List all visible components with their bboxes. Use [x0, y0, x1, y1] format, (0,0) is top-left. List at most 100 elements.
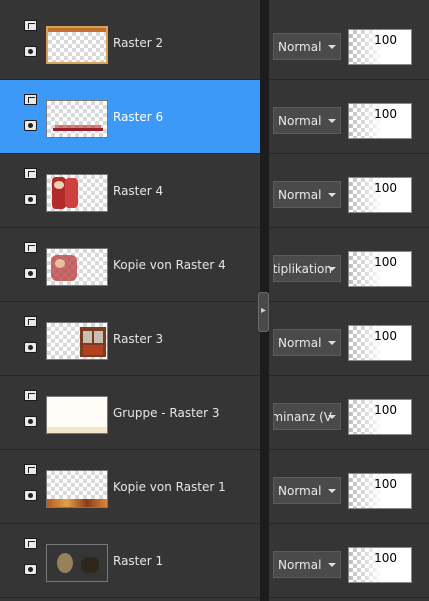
blend-mode-value: Normal: [278, 114, 322, 128]
blend-mode-value: Multiplikation: [274, 262, 332, 276]
layer-row-raster-2[interactable]: Raster 2: [0, 6, 260, 80]
opacity-field[interactable]: 100: [348, 399, 412, 435]
layer-props-row: Normal 100: [269, 524, 429, 598]
layer-props-row: Normal 100: [269, 80, 429, 154]
layers-list: Raster 2 Raster 6 Raster 4 Kopie von Ras…: [0, 0, 260, 601]
layer-mask-icon[interactable]: [24, 20, 37, 31]
layer-mask-icon[interactable]: [24, 538, 37, 549]
layer-row-raster-6[interactable]: Raster 6: [0, 80, 260, 154]
eye-icon[interactable]: [24, 342, 37, 353]
layer-thumbnail: [46, 396, 108, 434]
splitter-handle[interactable]: ▸: [258, 292, 269, 332]
blend-mode-value: Normal: [278, 558, 322, 572]
layer-name: Raster 1: [113, 554, 164, 568]
layer-props-row: Normal 100: [269, 6, 429, 80]
opacity-field[interactable]: 100: [348, 251, 412, 287]
layer-props-row: Normal 100: [269, 450, 429, 524]
opacity-field[interactable]: 100: [348, 29, 412, 65]
blend-mode-value: Normal: [278, 336, 322, 350]
opacity-field[interactable]: 100: [348, 547, 412, 583]
layer-mask-icon[interactable]: [24, 168, 37, 179]
opacity-value: 100: [374, 181, 397, 195]
chevron-down-icon: [328, 341, 336, 345]
layer-thumbnail: [46, 174, 108, 212]
layer-properties-column: Normal 100 Normal 100 Normal 100 Multipl…: [269, 0, 429, 601]
chevron-down-icon: [328, 489, 336, 493]
chevron-down-icon: [328, 119, 336, 123]
eye-icon[interactable]: [24, 416, 37, 427]
layer-row-kopie-von-raster-4[interactable]: Kopie von Raster 4: [0, 228, 260, 302]
eye-icon[interactable]: [24, 268, 37, 279]
layer-icons: [18, 80, 42, 154]
layer-icons: [18, 302, 42, 376]
layer-mask-icon[interactable]: [24, 242, 37, 253]
opacity-field[interactable]: 100: [348, 177, 412, 213]
blend-mode-select[interactable]: Multiplikation: [273, 255, 341, 282]
eye-icon[interactable]: [24, 564, 37, 575]
layer-thumbnail: [46, 322, 108, 360]
chevron-down-icon: [328, 415, 336, 419]
blend-mode-select[interactable]: Normal: [273, 107, 341, 134]
opacity-field[interactable]: 100: [348, 473, 412, 509]
layer-props-row: Multiplikation 100: [269, 228, 429, 302]
chevron-down-icon: [328, 45, 336, 49]
layer-props-row: Luminanz (V 100: [269, 376, 429, 450]
layer-props-row: Normal 100: [269, 154, 429, 228]
layer-mask-icon[interactable]: [24, 464, 37, 475]
eye-icon[interactable]: [24, 46, 37, 57]
layer-name: Kopie von Raster 1: [113, 480, 226, 494]
layer-thumbnail: [46, 26, 108, 64]
opacity-value: 100: [374, 403, 397, 417]
eye-icon[interactable]: [24, 120, 37, 131]
blend-mode-value: Normal: [278, 188, 322, 202]
chevron-down-icon: [328, 563, 336, 567]
chevron-down-icon: [328, 193, 336, 197]
layer-icons: [18, 6, 42, 80]
layer-mask-icon[interactable]: [24, 390, 37, 401]
layer-name: Raster 4: [113, 184, 164, 198]
blend-mode-select[interactable]: Normal: [273, 329, 341, 356]
layer-name: Raster 6: [113, 110, 164, 124]
layer-icons: [18, 154, 42, 228]
layer-row-gruppe-raster-3[interactable]: Gruppe - Raster 3: [0, 376, 260, 450]
opacity-value: 100: [374, 551, 397, 565]
layer-row-raster-1[interactable]: Raster 1: [0, 524, 260, 598]
layer-thumbnail: [46, 470, 108, 508]
layer-name: Kopie von Raster 4: [113, 258, 226, 272]
opacity-value: 100: [374, 33, 397, 47]
chevron-right-icon: ▸: [261, 305, 267, 316]
layer-icons: [18, 450, 42, 524]
layer-props-row: Normal 100: [269, 302, 429, 376]
opacity-value: 100: [374, 107, 397, 121]
layer-mask-icon[interactable]: [24, 316, 37, 327]
opacity-value: 100: [374, 255, 397, 269]
blend-mode-select[interactable]: Normal: [273, 181, 341, 208]
opacity-value: 100: [374, 329, 397, 343]
blend-mode-select[interactable]: Normal: [273, 477, 341, 504]
layer-name: Raster 2: [113, 36, 164, 50]
blend-mode-value: Luminanz (V: [274, 410, 332, 424]
layer-icons: [18, 524, 42, 598]
layer-mask-icon[interactable]: [24, 94, 37, 105]
opacity-field[interactable]: 100: [348, 325, 412, 361]
blend-mode-select[interactable]: Normal: [273, 551, 341, 578]
blend-mode-select[interactable]: Luminanz (V: [273, 403, 341, 430]
opacity-value: 100: [374, 477, 397, 491]
layer-thumbnail: [46, 248, 108, 286]
layer-name: Gruppe - Raster 3: [113, 406, 220, 420]
eye-icon[interactable]: [24, 490, 37, 501]
blend-mode-value: Normal: [278, 484, 322, 498]
blend-mode-select[interactable]: Normal: [273, 33, 341, 60]
layer-thumbnail: [46, 100, 108, 138]
layer-name: Raster 3: [113, 332, 164, 346]
layer-icons: [18, 376, 42, 450]
layer-icons: [18, 228, 42, 302]
opacity-field[interactable]: 100: [348, 103, 412, 139]
chevron-down-icon: [328, 267, 336, 271]
layer-row-kopie-von-raster-1[interactable]: Kopie von Raster 1: [0, 450, 260, 524]
blend-mode-value: Normal: [278, 40, 322, 54]
layer-row-raster-3[interactable]: Raster 3: [0, 302, 260, 376]
layer-row-raster-4[interactable]: Raster 4: [0, 154, 260, 228]
layer-thumbnail: [46, 544, 108, 582]
eye-icon[interactable]: [24, 194, 37, 205]
